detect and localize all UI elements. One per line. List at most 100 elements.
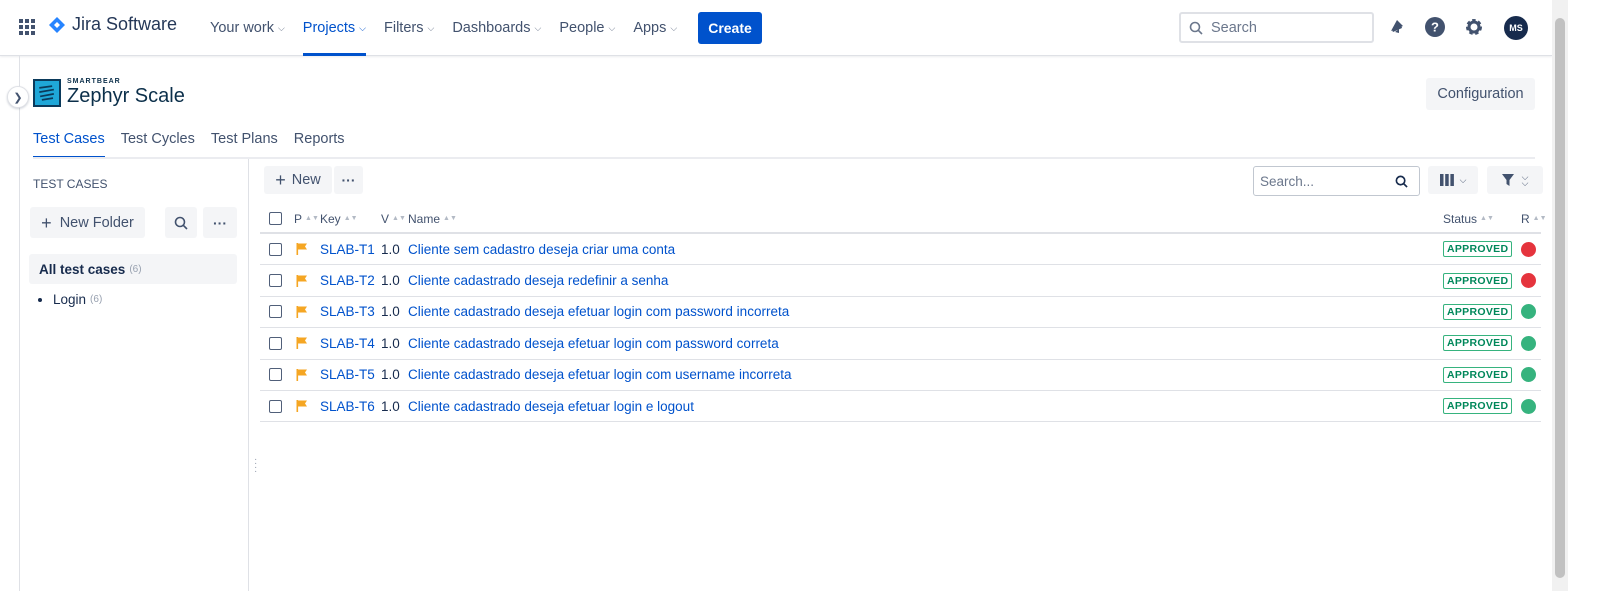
scrollbar-thumb[interactable] [1555,18,1565,578]
folder-more-icon[interactable]: ··· [203,207,237,238]
chevron-down-icon: ⌵ [359,22,366,33]
test-case-key[interactable]: SLAB-T2 [320,265,375,295]
nav-label: Apps [633,20,667,36]
test-case-version: 1.0 [381,335,400,351]
nav-filters[interactable]: Filters ⌵ [384,0,434,56]
test-case-name[interactable]: Cliente sem cadastro deseja criar uma co… [408,234,675,264]
test-case-key[interactable]: SLAB-T5 [320,360,375,390]
header-version[interactable]: V ▲▼ [381,205,406,232]
header-priority[interactable]: P ▲▼ [294,205,319,232]
search-icon [1395,175,1408,188]
main-nav: Your work ⌵ Projects ⌵ Filters ⌵ Dashboards… [210,0,695,56]
create-button[interactable]: Create [698,12,762,44]
app-switcher-icon[interactable] [19,19,35,35]
settings-gear-icon[interactable] [1463,16,1485,38]
result-status-dot [1521,398,1536,414]
priority-flag-icon [296,391,308,421]
test-case-name[interactable]: Cliente cadastrado deseja efetuar login … [408,360,791,390]
tab-test-cases[interactable]: Test Cases [33,126,105,158]
select-all-checkbox[interactable] [269,212,282,225]
chevron-down-icon: ⌵ [427,22,435,33]
row-checkbox[interactable] [269,305,282,319]
help-icon[interactable]: ? [1424,16,1446,38]
header-label: Name [408,211,441,226]
header-key[interactable]: Key ▲▼ [320,205,358,232]
test-case-name[interactable]: Cliente cadastrado deseja efetuar login … [408,391,694,421]
table-search-input[interactable] [1260,173,1395,189]
header-label: R [1521,211,1530,226]
status-badge: APPROVED [1443,241,1513,258]
chevron-down-icon: ⌵ [670,22,678,33]
row-checkbox[interactable] [269,274,282,288]
row-checkbox[interactable] [269,242,282,256]
status-badge: APPROVED [1443,398,1513,415]
avatar[interactable]: MS [1504,16,1528,40]
notification-bell-icon[interactable] [1386,16,1408,38]
new-test-case-button[interactable]: + New [264,166,332,194]
sort-icon: ▲▼ [305,215,319,222]
nav-label: People [559,20,605,36]
test-case-key[interactable]: SLAB-T1 [320,234,375,264]
result-status-dot [1521,335,1536,351]
expand-sidebar-chevron-right-icon[interactable]: ❯ [7,86,29,108]
more-actions-icon[interactable]: ··· [334,166,363,194]
nav-dashboards[interactable]: Dashboards ⌵ [452,0,541,56]
tab-test-plans[interactable]: Test Plans [211,126,278,158]
header-status[interactable]: Status ▲▼ [1443,205,1494,232]
bullet-icon [38,297,42,302]
test-case-key[interactable]: SLAB-T3 [320,297,375,327]
test-case-key[interactable]: SLAB-T6 [320,391,375,421]
zephyr-logo-icon [33,78,61,107]
nav-your-work[interactable]: Your work ⌵ [210,0,285,56]
plus-icon: + [275,170,286,190]
sort-icon: ▲▼ [1532,215,1547,222]
row-checkbox[interactable] [269,368,282,382]
chevron-down-icon: ⌵ [534,22,542,33]
table-row[interactable]: SLAB-T5 1.0 Cliente cadastrado deseja ef… [260,360,1541,391]
test-case-name[interactable]: Cliente cadastrado deseja efetuar login … [408,297,789,327]
header-result[interactable]: R ▲▼ [1521,205,1547,232]
test-case-key[interactable]: SLAB-T4 [320,328,375,358]
nav-apps[interactable]: Apps ⌵ [633,0,677,56]
global-search[interactable] [1179,12,1374,43]
table-row[interactable]: SLAB-T2 1.0 Cliente cadastrado deseja re… [260,265,1541,297]
jira-logo[interactable]: Jira Software [48,14,177,35]
test-case-version: 1.0 [381,241,400,257]
table-row[interactable]: SLAB-T4 1.0 Cliente cadastrado deseja ef… [260,328,1541,360]
tab-reports[interactable]: Reports [294,126,345,158]
table-row[interactable]: SLAB-T1 1.0 Cliente sem cadastro deseja … [260,234,1541,266]
tree-all-test-cases[interactable]: All test cases (6) [29,254,237,284]
page-scrollbar[interactable] [1552,0,1568,591]
status-badge: APPROVED [1443,272,1513,289]
status-badge: APPROVED [1443,366,1513,383]
table-search[interactable] [1253,166,1420,196]
tree-folder-login[interactable]: Login (6) [38,292,102,307]
table-body: SLAB-T1 1.0 Cliente sem cadastro deseja … [260,234,1541,423]
row-checkbox[interactable] [269,336,282,350]
folder-search-button[interactable] [165,207,197,238]
table-row[interactable]: SLAB-T3 1.0 Cliente cadastrado deseja ef… [260,297,1541,329]
result-status-dot [1521,367,1536,383]
nav-projects[interactable]: Projects ⌵ [302,0,367,56]
test-case-name[interactable]: Cliente cadastrado deseja redefinir a se… [408,265,668,295]
status-badge: APPROVED [1443,303,1513,320]
header-name[interactable]: Name ▲▼ [408,205,457,232]
filter-button[interactable]: ⌵ ⌵ [1487,166,1543,194]
nav-people[interactable]: People ⌵ [559,0,615,56]
test-case-version: 1.0 [381,398,400,414]
panel-resize-handle[interactable]: · · · · [254,455,257,477]
result-status-dot [1521,273,1536,289]
new-folder-button[interactable]: + New Folder [30,207,145,238]
tab-test-cycles[interactable]: Test Cycles [121,126,195,158]
row-checkbox[interactable] [269,399,282,413]
result-status-dot [1521,241,1536,257]
priority-flag-icon [296,297,308,327]
test-case-name[interactable]: Cliente cadastrado deseja efetuar login … [408,328,779,358]
zephyr-scale-logo: SMARTBEAR Zephyr Scale [33,78,185,107]
search-input[interactable] [1211,19,1351,36]
columns-icon [1439,174,1454,186]
nav-label: Projects [302,20,356,36]
configuration-button[interactable]: Configuration [1426,78,1535,110]
table-row[interactable]: SLAB-T6 1.0 Cliente cadastrado deseja ef… [260,391,1541,423]
columns-button[interactable]: ⌵ [1428,166,1478,194]
